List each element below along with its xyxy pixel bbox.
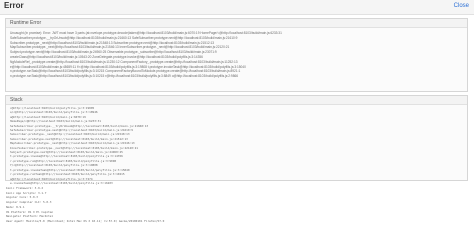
runtime-error-label: Runtime Error — [6, 19, 467, 28]
ionic-info-line: User Agent: Mozilla/5.0 (Macintosh; Inte… — [6, 218, 165, 223]
stack-label: Stack — [6, 96, 467, 105]
error-message-line: n.prototype.runTask@http://localhost:810… — [10, 74, 239, 79]
ionic-info: Ionic Framework: 3.9.2 Ionic App Scripts… — [6, 186, 466, 224]
stack-panel: Stack c@http://localhost:8103/build/poly… — [5, 95, 468, 185]
stack-line: e.invokeTask@http://localhost:8103/build… — [10, 180, 113, 185]
runtime-error-panel: Runtime Error Uncaught (in promise): Err… — [5, 18, 468, 92]
error-header: Error Close — [0, 0, 474, 15]
close-button[interactable]: Close — [454, 3, 469, 9]
page-title: Error — [4, 1, 24, 10]
